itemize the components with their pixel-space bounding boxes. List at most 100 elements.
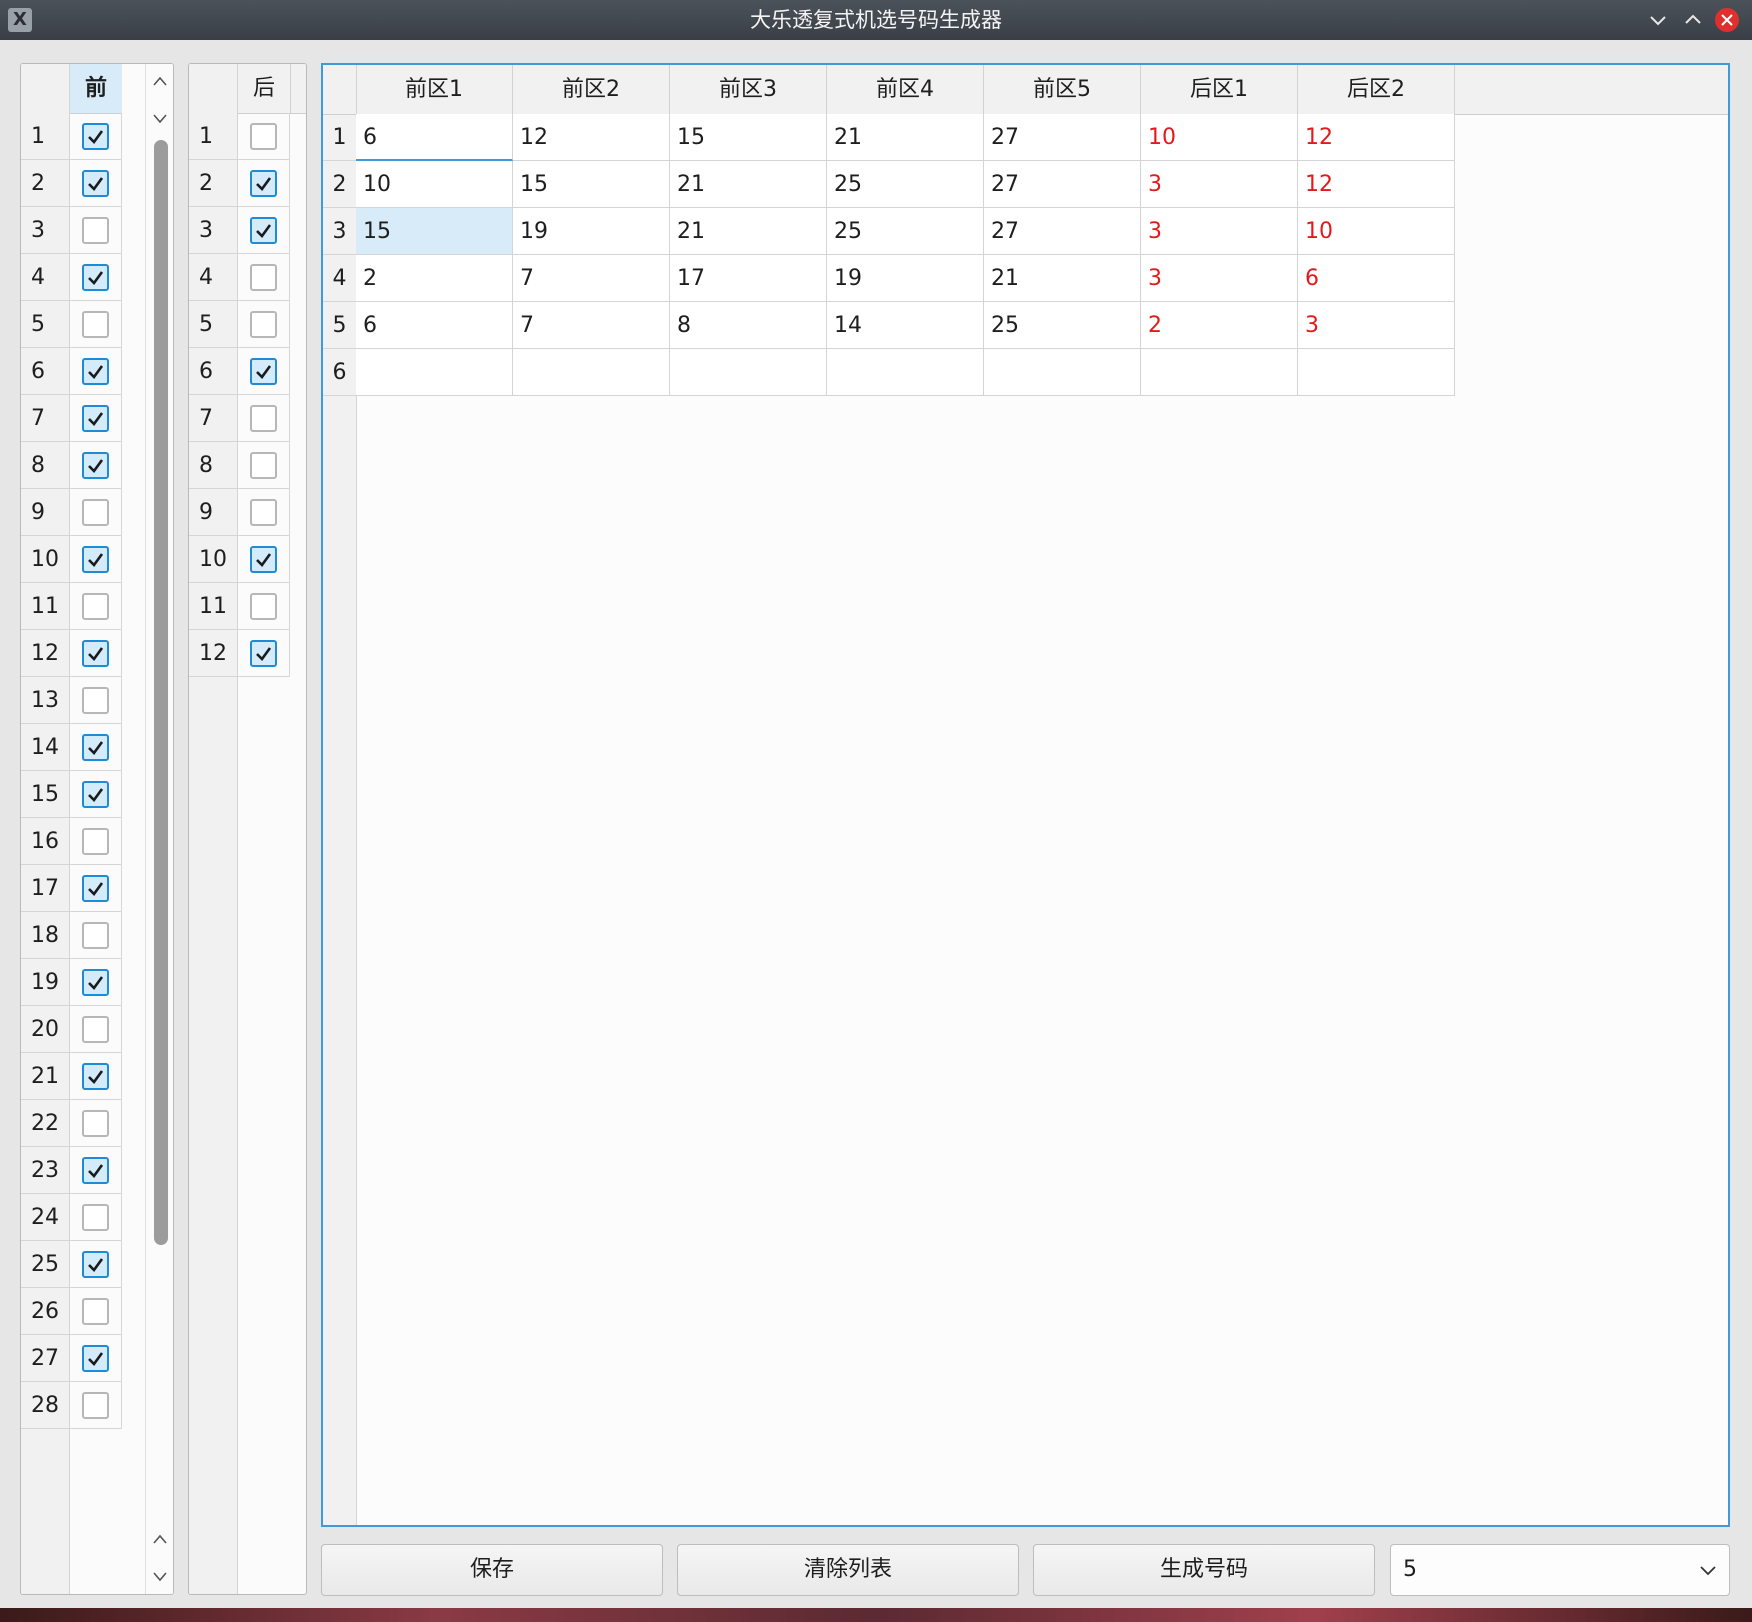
- row-number[interactable]: 12: [21, 630, 69, 677]
- front-number-checkbox[interactable]: [82, 405, 109, 432]
- front-number-checkbox[interactable]: [82, 170, 109, 197]
- front-number-checkbox[interactable]: [82, 734, 109, 761]
- table-cell[interactable]: 2: [356, 255, 513, 302]
- front-number-cell[interactable]: [70, 1382, 122, 1429]
- front-number-checkbox[interactable]: [82, 1016, 109, 1043]
- table-cell[interactable]: 3: [1141, 161, 1298, 208]
- front-number-checkbox[interactable]: [82, 1298, 109, 1325]
- front-number-cell[interactable]: [70, 442, 122, 489]
- front-number-checkbox[interactable]: [82, 1392, 109, 1419]
- table-cell[interactable]: [1141, 349, 1298, 396]
- scroll-up-icon[interactable]: [152, 74, 168, 88]
- front-number-cell[interactable]: [70, 160, 122, 207]
- front-number-checkbox[interactable]: [82, 593, 109, 620]
- row-number[interactable]: 5: [21, 301, 69, 348]
- front-number-cell[interactable]: [70, 771, 122, 818]
- row-number[interactable]: 24: [21, 1194, 69, 1241]
- front-number-checkbox[interactable]: [82, 1345, 109, 1372]
- table-cell[interactable]: 7: [513, 302, 670, 349]
- front-number-cell[interactable]: [70, 1335, 122, 1382]
- front-number-checkbox[interactable]: [82, 1251, 109, 1278]
- front-number-cell[interactable]: [70, 348, 122, 395]
- back-number-checkbox[interactable]: [250, 640, 277, 667]
- back-number-cell[interactable]: [238, 348, 290, 395]
- front-column-header[interactable]: 前: [70, 64, 122, 114]
- table-cell[interactable]: 25: [827, 161, 984, 208]
- row-number[interactable]: 9: [189, 489, 237, 536]
- table-cell[interactable]: 14: [827, 302, 984, 349]
- front-number-checkbox[interactable]: [82, 875, 109, 902]
- front-number-cell[interactable]: [70, 1100, 122, 1147]
- scroll-down-icon[interactable]: [152, 112, 168, 126]
- table-cell[interactable]: 27: [984, 161, 1141, 208]
- front-number-checkbox[interactable]: [82, 546, 109, 573]
- front-number-cell[interactable]: [70, 1194, 122, 1241]
- back-number-checkbox[interactable]: [250, 405, 277, 432]
- row-number[interactable]: 2: [189, 160, 237, 207]
- front-number-cell[interactable]: [70, 818, 122, 865]
- back-number-checkbox[interactable]: [250, 311, 277, 338]
- row-header[interactable]: 3: [323, 208, 356, 255]
- table-cell[interactable]: [356, 349, 513, 396]
- row-number[interactable]: 1: [189, 113, 237, 160]
- table-cell[interactable]: 12: [1298, 114, 1455, 161]
- back-number-cell[interactable]: [238, 442, 290, 489]
- back-number-cell[interactable]: [238, 160, 290, 207]
- row-number[interactable]: 11: [21, 583, 69, 630]
- row-number[interactable]: 26: [21, 1288, 69, 1335]
- scrollbar-thumb[interactable]: [154, 140, 168, 1245]
- scroll-up-icon[interactable]: [152, 1532, 168, 1546]
- row-number[interactable]: 17: [21, 865, 69, 912]
- front-number-cell[interactable]: [70, 113, 122, 160]
- row-number[interactable]: 6: [189, 348, 237, 395]
- front-number-checkbox[interactable]: [82, 640, 109, 667]
- table-cell[interactable]: 7: [513, 255, 670, 302]
- table-cell[interactable]: 15: [356, 208, 513, 255]
- save-button[interactable]: 保存: [321, 1544, 663, 1596]
- back-number-checkbox[interactable]: [250, 264, 277, 291]
- row-number[interactable]: 19: [21, 959, 69, 1006]
- table-cell[interactable]: [827, 349, 984, 396]
- row-number[interactable]: 20: [21, 1006, 69, 1053]
- column-header[interactable]: 前区4: [827, 65, 984, 114]
- front-number-cell[interactable]: [70, 1241, 122, 1288]
- table-cell[interactable]: 15: [513, 161, 670, 208]
- front-scrollbar[interactable]: [145, 64, 173, 1594]
- table-cell[interactable]: 27: [984, 208, 1141, 255]
- row-number[interactable]: 23: [21, 1147, 69, 1194]
- front-number-checkbox[interactable]: [82, 969, 109, 996]
- row-number[interactable]: 6: [21, 348, 69, 395]
- table-cell[interactable]: 17: [670, 255, 827, 302]
- back-number-cell[interactable]: [238, 536, 290, 583]
- table-cell[interactable]: 12: [1298, 161, 1455, 208]
- column-header[interactable]: 前区3: [670, 65, 827, 114]
- maximize-button[interactable]: [1681, 8, 1705, 32]
- table-cell[interactable]: 19: [513, 208, 670, 255]
- table-cell[interactable]: 10: [356, 161, 513, 208]
- front-number-checkbox[interactable]: [82, 499, 109, 526]
- row-number[interactable]: 8: [21, 442, 69, 489]
- front-number-checkbox[interactable]: [82, 217, 109, 244]
- table-cell[interactable]: 6: [356, 114, 513, 161]
- back-number-cell[interactable]: [238, 489, 290, 536]
- back-number-checkbox[interactable]: [250, 123, 277, 150]
- table-cell[interactable]: 6: [1298, 255, 1455, 302]
- scroll-down-icon[interactable]: [152, 1570, 168, 1584]
- table-cell[interactable]: 25: [827, 208, 984, 255]
- row-number[interactable]: 4: [189, 254, 237, 301]
- row-number[interactable]: 21: [21, 1053, 69, 1100]
- row-number[interactable]: 2: [21, 160, 69, 207]
- column-header[interactable]: 前区1: [356, 65, 513, 114]
- row-number[interactable]: 10: [189, 536, 237, 583]
- back-number-checkbox[interactable]: [250, 358, 277, 385]
- front-number-checkbox[interactable]: [82, 1204, 109, 1231]
- back-number-cell[interactable]: [238, 254, 290, 301]
- row-number[interactable]: 15: [21, 771, 69, 818]
- table-cell[interactable]: 12: [513, 114, 670, 161]
- row-number[interactable]: 7: [189, 395, 237, 442]
- back-number-checkbox[interactable]: [250, 546, 277, 573]
- front-number-cell[interactable]: [70, 630, 122, 677]
- row-number[interactable]: 8: [189, 442, 237, 489]
- row-number[interactable]: 16: [21, 818, 69, 865]
- results-table[interactable]: 前区1 前区2 前区3 前区4 前区5 后区1 后区2 1 6 12 15 21 27 10 12 2 10 15…: [321, 63, 1730, 1527]
